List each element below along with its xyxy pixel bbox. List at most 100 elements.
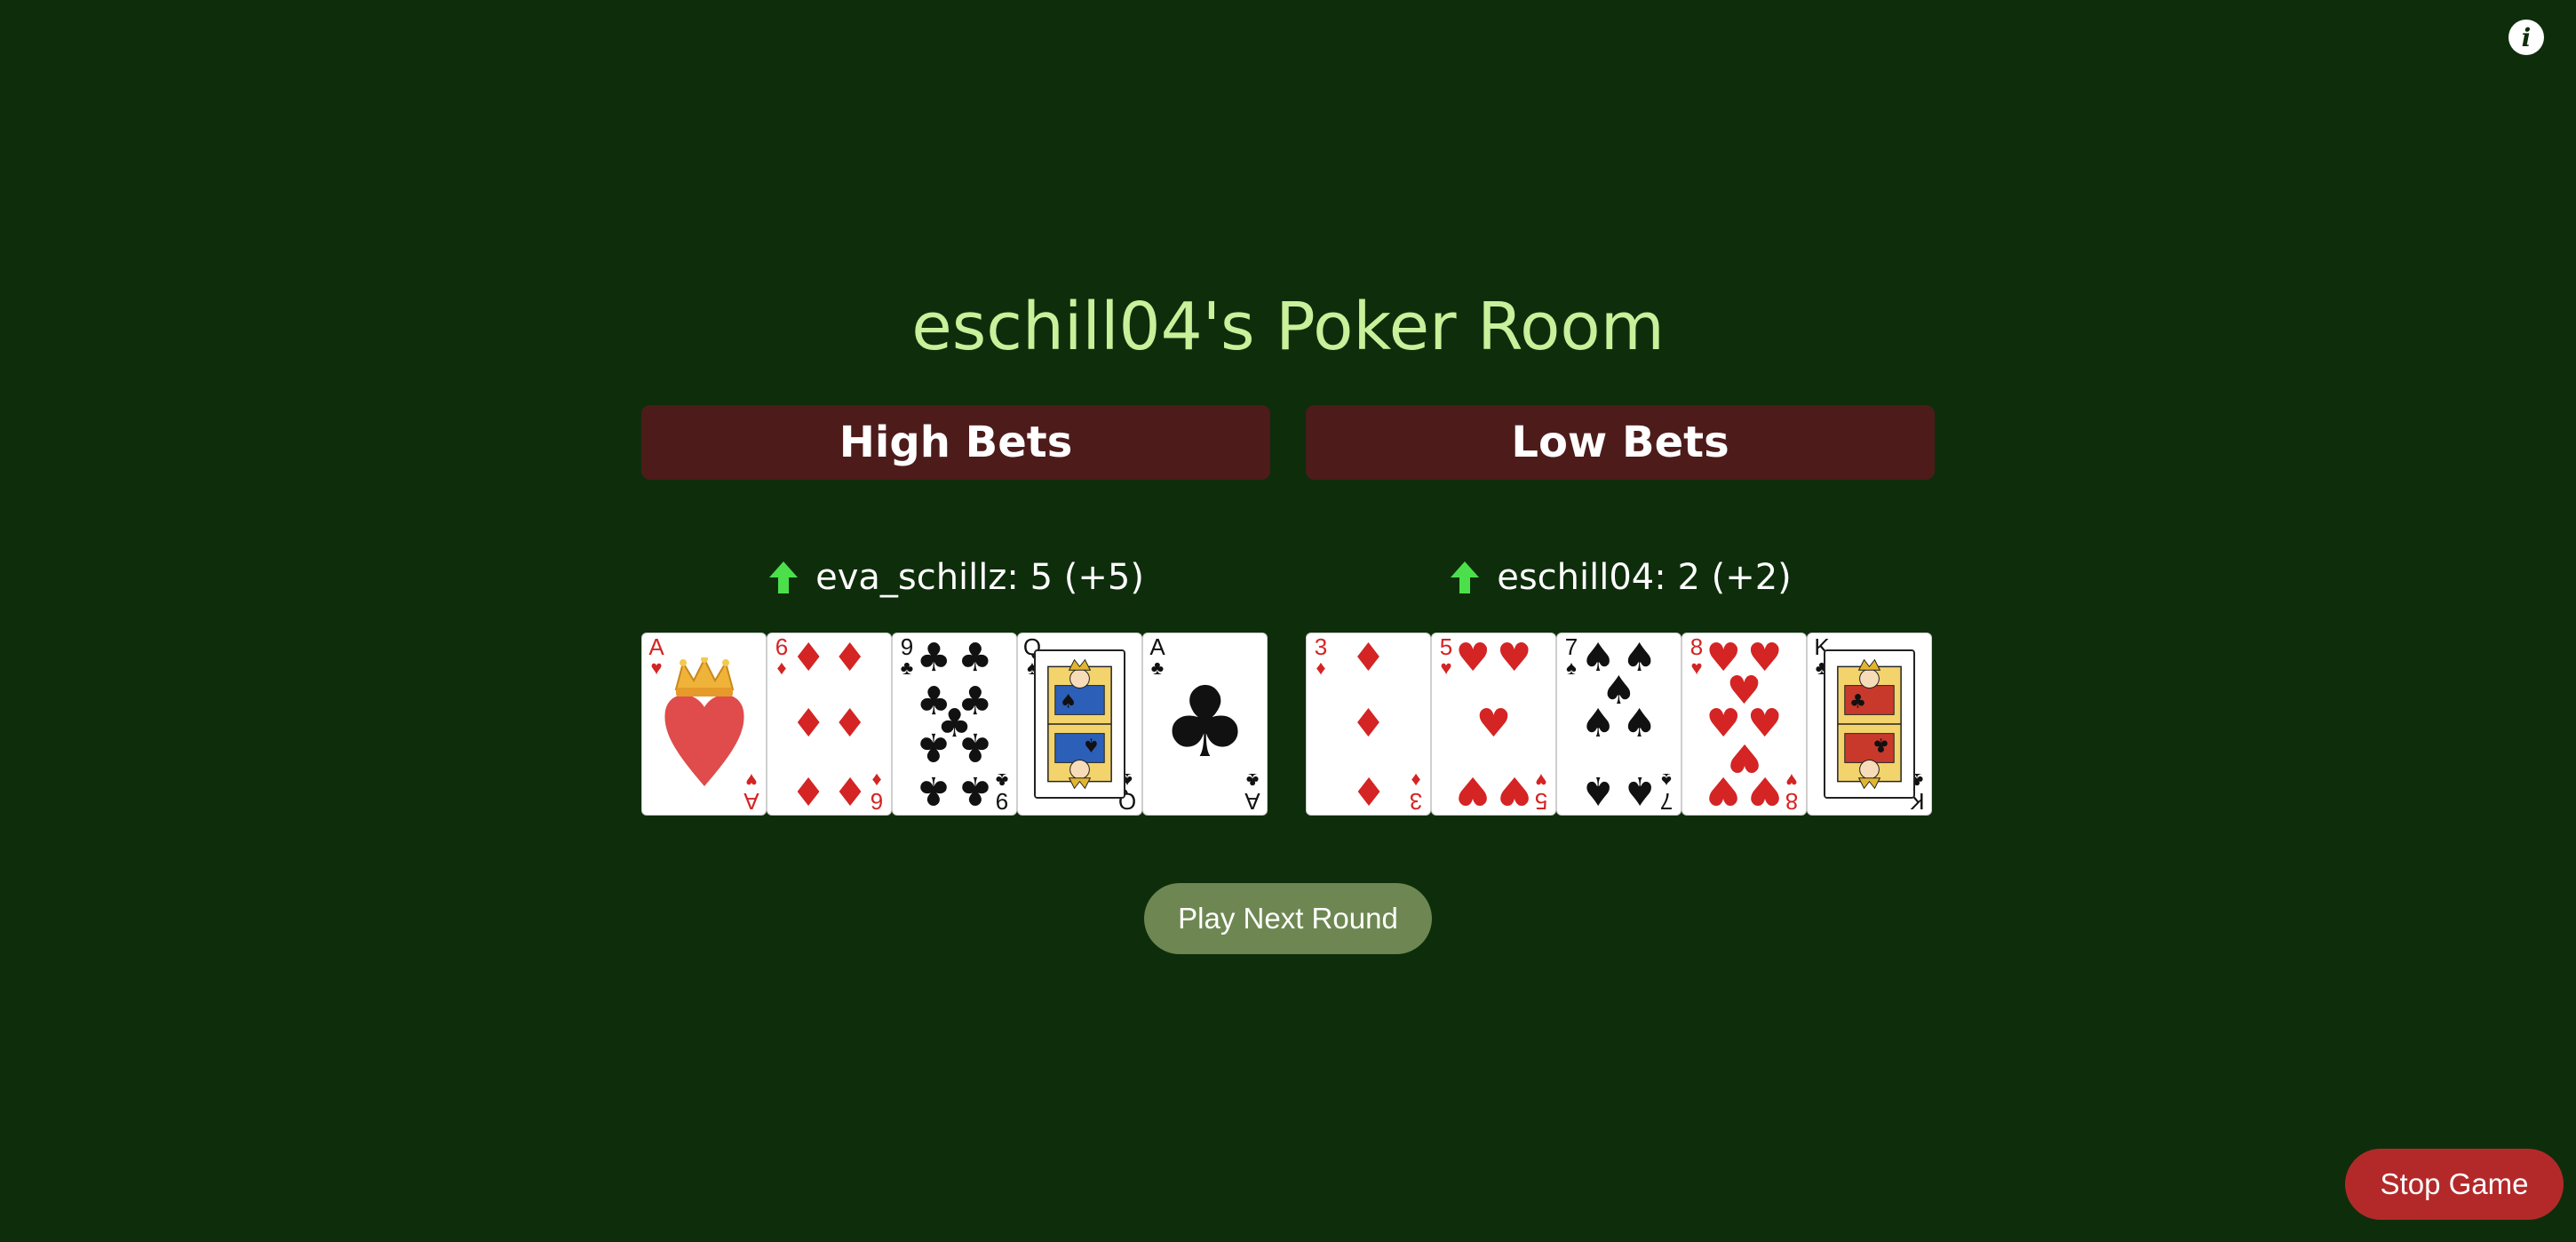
card-pip-icon: ♣ [916, 767, 951, 813]
card-suit-icon: ♦ [776, 657, 787, 679]
playing-card: 7 ♠ 7 ♠ ♠ ♠ ♠ ♠ ♠ ♠ ♠ [1556, 633, 1682, 816]
card-suit-icon: ♦ [1411, 769, 1421, 792]
card-corner-bottom: 8 ♥ [1780, 769, 1803, 815]
svg-text:♣: ♣ [1849, 691, 1867, 713]
card-corner-top: 6 ♦ [770, 635, 793, 678]
card-rank: A [648, 633, 664, 660]
card-corner-top: 5 ♥ [1435, 635, 1458, 678]
card-suit-icon: ♣ [995, 769, 1009, 792]
high-bets-column: High Bets eva_schillz: 5 (+5) A ♥ A ♥ 6 ♦ 6 ♦ ♦… [641, 405, 1270, 816]
playing-card: 8 ♥ 8 ♥ ♥ ♥ ♥ ♥ ♥ ♥ ♥ ♥ [1682, 633, 1807, 816]
card-pip-icon: ♦ [832, 767, 868, 813]
play-next-round-button[interactable]: Play Next Round [1144, 883, 1432, 954]
card-rank: 7 [1659, 788, 1674, 815]
card-rank: 3 [1314, 633, 1328, 660]
low-bets-column: Low Bets eschill04: 2 (+2) 3 ♦ 3 ♦ ♦ ♦ ♦ 5 ♥ 5 ♥ ♥ ♥… [1306, 405, 1935, 816]
card-pip-icon: ♥ [1497, 767, 1532, 813]
card-pip-icon: ♥ [1455, 635, 1491, 681]
card-corner-top: 8 ♥ [1685, 635, 1708, 678]
card-rank: 9 [995, 788, 1009, 815]
card-corner-bottom: 5 ♥ [1530, 769, 1553, 815]
low-bets-player: eschill04: 2 (+2) [1306, 551, 1935, 604]
arrow-up-icon [1451, 561, 1480, 593]
card-pip-icon: ♦ [791, 767, 826, 813]
card-pips: ♦ ♦ ♦ ♦ ♦ ♦ [791, 639, 868, 813]
card-pips: ♦ ♦ ♦ [1332, 639, 1405, 813]
poker-room: i eschill04's Poker Room High Bets eva_s… [0, 0, 2576, 1242]
card-pips: ♥ ♥ ♥ ♥ ♥ [1456, 639, 1532, 813]
card-suit-icon: ♠ [1661, 769, 1672, 792]
card-rank: 6 [775, 633, 789, 660]
card-suit-icon: ♣ [900, 657, 914, 679]
card-suit-icon: ♦ [1316, 657, 1326, 679]
card-corner-bottom: 7 ♠ [1655, 769, 1678, 815]
card-pip-icon: ♠ [1580, 701, 1616, 746]
low-bets-player-score: eschill04: 2 (+2) [1497, 557, 1792, 598]
low-bets-hand: 3 ♦ 3 ♦ ♦ ♦ ♦ 5 ♥ 5 ♥ ♥ ♥ ♥ ♥ ♥ 7 ♠ 7 ♠ ♠ ♠ ♠ ♠ ♠ ♠ ♠ 8 ♥ 8 ♥ ♥ ♥ ♥ ♥ ♥ ♥ ♥ ♥ K… [1306, 633, 1935, 816]
low-bets-header[interactable]: Low Bets [1306, 405, 1935, 480]
card-rank: 6 [870, 788, 884, 815]
card-rank: 8 [1785, 788, 1799, 815]
ace-of-hearts-art [664, 657, 744, 786]
card-pip-icon: ♣ [916, 723, 951, 769]
card-pips: ♥ ♥ ♥ ♥ ♥ ♥ ♥ ♥ [1706, 639, 1783, 813]
playing-card: 3 ♦ 3 ♦ ♦ ♦ ♦ [1306, 633, 1431, 816]
card-pip-icon: ♣ [958, 767, 993, 813]
card-suit-icon: ♦ [871, 769, 882, 792]
playing-card: A ♣ A ♣ ♣ [1142, 633, 1268, 816]
card-pip-icon: ♦ [791, 635, 826, 681]
arrow-up-icon [769, 561, 799, 593]
card-corner-bottom: 6 ♦ [865, 769, 888, 815]
card-pip-icon: ♥ [1747, 767, 1783, 813]
card-pip-icon: ♥ [1497, 635, 1532, 681]
card-suit-icon: ♥ [1535, 769, 1547, 792]
playing-card: 9 ♣ 9 ♣ ♣ ♣ ♣ ♣ ♣ ♣ ♣ ♣ ♣ [892, 633, 1017, 816]
card-pip-icon: ♣ [916, 635, 951, 681]
card-rank: 7 [1564, 633, 1578, 660]
card-pip-icon: ♦ [791, 701, 826, 746]
stop-game-button[interactable]: Stop Game [2345, 1149, 2564, 1220]
card-pip-icon: ♥ [1475, 701, 1512, 746]
playing-card: K ♣ K ♣ ♣ ♣ [1807, 633, 1932, 816]
card-pip-icon: ♦ [832, 635, 868, 681]
high-bets-header[interactable]: High Bets [641, 405, 1270, 480]
card-pip-icon: ♦ [1350, 767, 1387, 813]
svg-text:♠: ♠ [1060, 691, 1077, 713]
card-rank: A [743, 788, 759, 815]
high-bets-hand: A ♥ A ♥ 6 ♦ 6 ♦ ♦ ♦ ♦ ♦ ♦ ♦ 9 ♣ 9 ♣ ♣ ♣ ♣ ♣ ♣ ♣ ♣ ♣ ♣ Q ♠ Q ♠ ♠ ♠ A ♣ A… [641, 633, 1270, 816]
card-pips: ♠ ♠ ♠ ♠ ♠ ♠ ♠ [1580, 639, 1658, 813]
page-title: eschill04's Poker Room [911, 289, 1665, 365]
card-rank: A [1149, 633, 1165, 660]
card-center-suit-icon: ♣ [1161, 665, 1249, 779]
face-card-art: ♠ ♠ [1034, 649, 1125, 799]
card-pip-icon: ♦ [1350, 635, 1387, 681]
card-corner-bottom: 9 ♣ [990, 769, 1014, 815]
card-corner-top: 7 ♠ [1560, 635, 1583, 678]
card-pip-icon: ♠ [1580, 767, 1616, 813]
card-suit-icon: ♥ [1440, 657, 1452, 679]
card-rank: 5 [1439, 633, 1453, 660]
svg-text:♠: ♠ [1083, 733, 1101, 755]
card-suit-icon: ♥ [1690, 657, 1703, 679]
card-pip-icon: ♠ [1622, 767, 1658, 813]
card-pip-icon: ♠ [1622, 701, 1658, 746]
card-pip-icon: ♥ [1455, 767, 1491, 813]
info-icon[interactable]: i [2508, 20, 2544, 55]
card-pip-icon: ♥ [1705, 767, 1741, 813]
card-rank: 5 [1534, 788, 1548, 815]
card-pip-icon: ♣ [958, 635, 993, 681]
face-card-art: ♣ ♣ [1824, 649, 1915, 799]
card-corner-bottom: 3 ♦ [1404, 769, 1427, 815]
card-rank: 3 [1409, 788, 1423, 815]
playing-card: 6 ♦ 6 ♦ ♦ ♦ ♦ ♦ ♦ ♦ [767, 633, 892, 816]
card-pip-icon: ♣ [958, 723, 993, 769]
high-bets-player: eva_schillz: 5 (+5) [641, 551, 1270, 604]
card-rank: A [1244, 788, 1260, 815]
high-bets-player-score: eva_schillz: 5 (+5) [815, 557, 1144, 598]
playing-card: A ♥ A ♥ [641, 633, 767, 816]
card-suit-icon: ♠ [1566, 657, 1577, 679]
card-suit-icon: ♥ [1785, 769, 1798, 792]
card-rank: 8 [1690, 633, 1704, 660]
card-corner-top: 9 ♣ [895, 635, 918, 678]
card-pip-icon: ♦ [1350, 701, 1387, 746]
